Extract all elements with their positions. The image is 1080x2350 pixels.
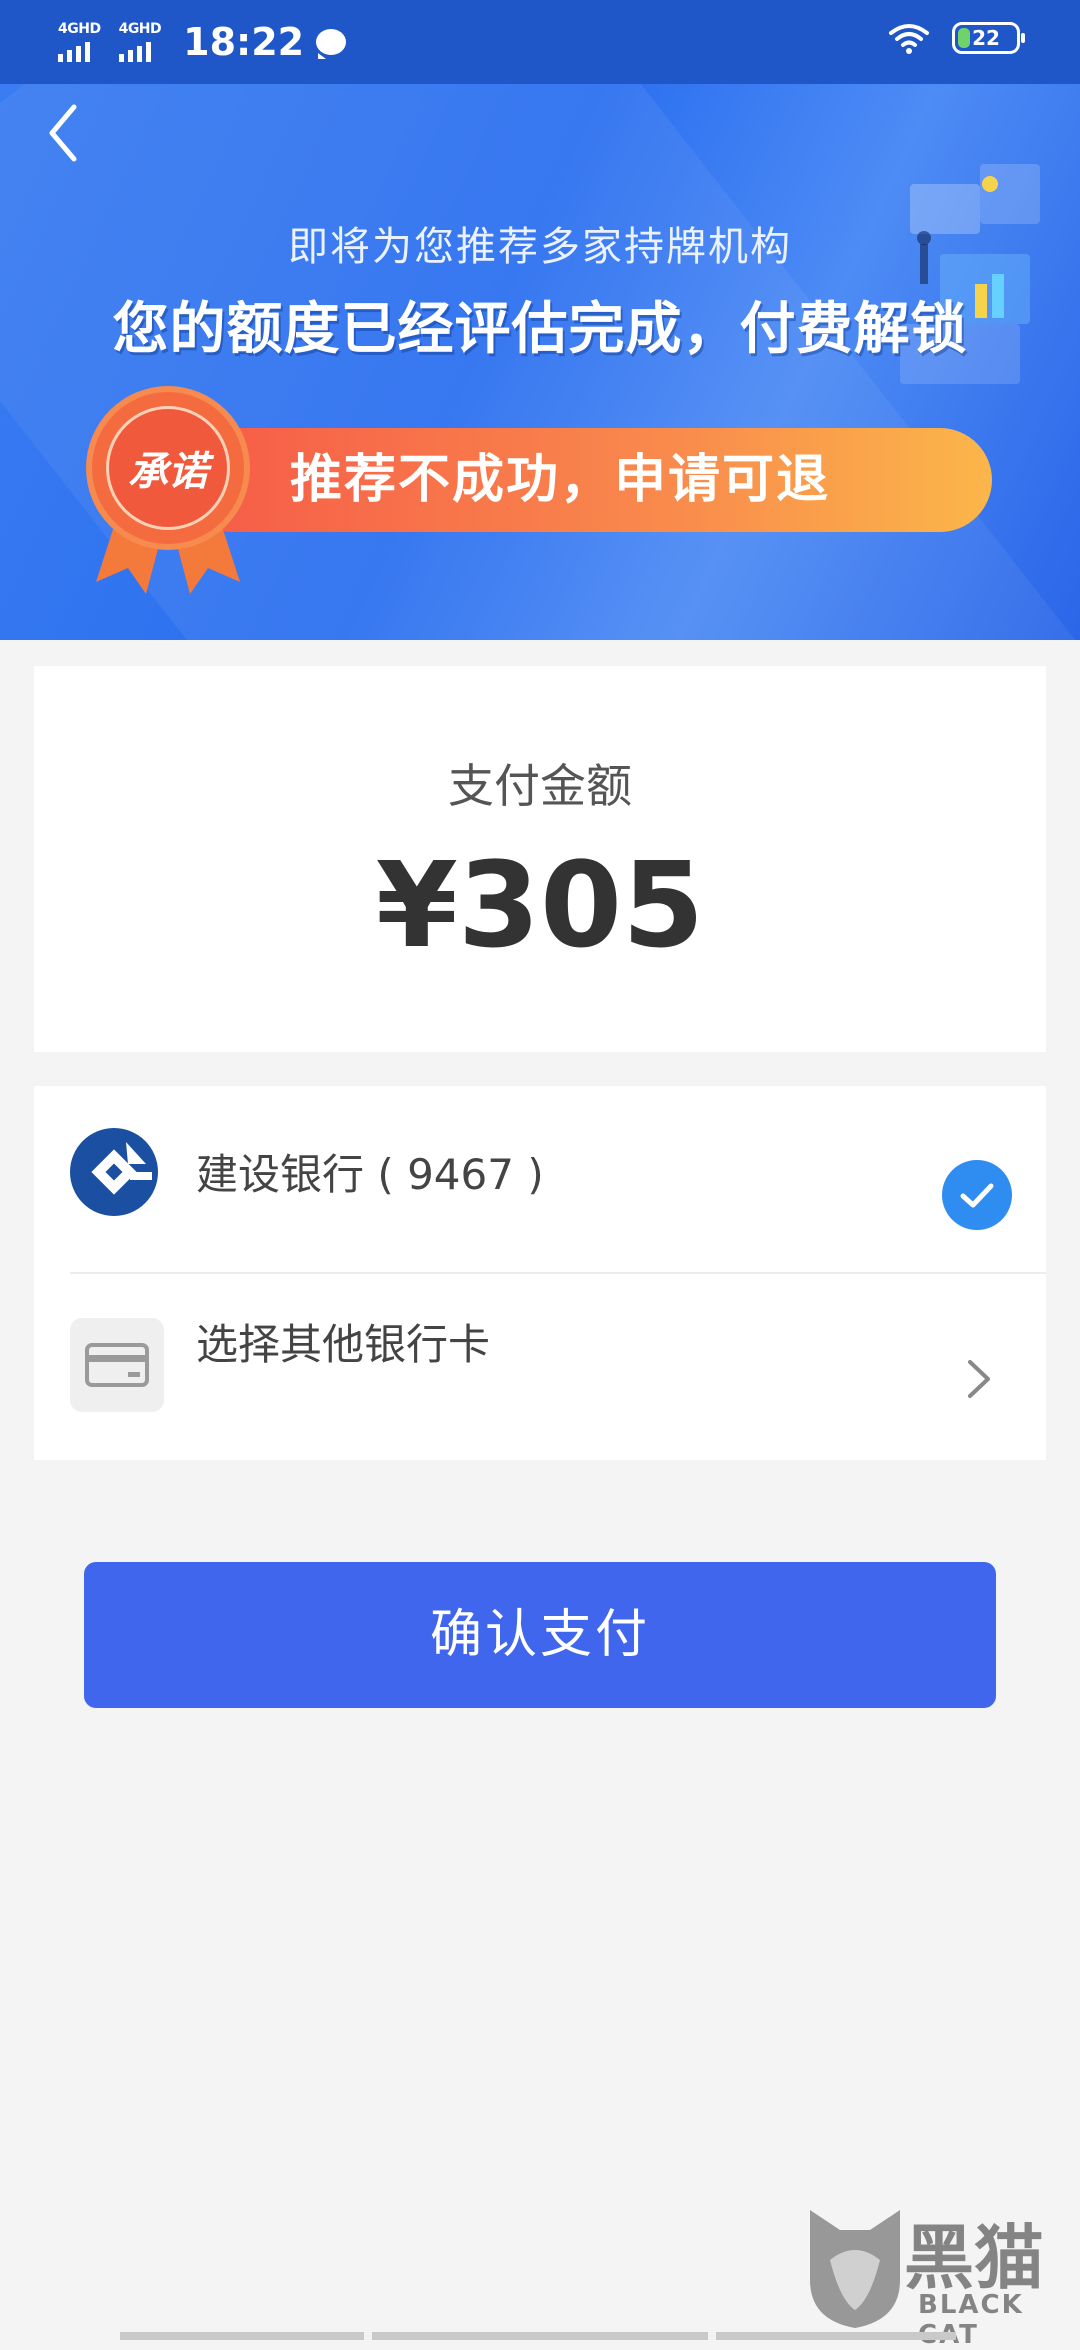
status-time: 18:22 (183, 20, 305, 64)
status-right: 22 (888, 22, 1025, 54)
banner-subtitle: 即将为您推荐多家持牌机构 (288, 224, 792, 270)
signal-bars-icon (118, 40, 162, 62)
watermark-text: 黑猫 (904, 2217, 1044, 2299)
watermark-sub: BLACK CAT (918, 2290, 1024, 2350)
chevron-right-icon (968, 1360, 990, 1398)
amount-value: ¥305 (375, 836, 705, 974)
signal-bars-icon (58, 40, 101, 62)
promise-text: 推荐不成功，申请可退 (290, 450, 831, 510)
banner-title: 您的额度已经评估完成，付费解锁 (112, 297, 968, 362)
status-bar: 4GHD 4GHD 18:22 22 (0, 0, 1080, 84)
signal-label-1: 4GHD (58, 21, 101, 37)
confirm-pay-button[interactable]: 确认支付 (84, 1562, 996, 1708)
promise-badge: 承诺 (92, 392, 244, 544)
nav-hint-bar (372, 2332, 708, 2340)
black-cat-logo-icon (810, 2210, 900, 2328)
back-button[interactable] (38, 98, 88, 168)
payment-method-ccb[interactable]: 建设银行 ( 9467 ) (34, 1086, 1046, 1272)
method-label: 选择其他银行卡 (196, 1320, 491, 1369)
battery-icon: 22 (952, 22, 1025, 54)
badge-text: 承诺 (106, 406, 230, 530)
payment-methods-card: 建设银行 ( 9467 ) 选择其他银行卡 (34, 1086, 1046, 1460)
checkmark-icon[interactable] (942, 1160, 1012, 1230)
signal-label-2: 4GHD (118, 21, 162, 37)
battery-fill (958, 28, 970, 48)
chat-bubble-icon (316, 29, 347, 59)
signal-indicator-1: 4GHD (58, 22, 101, 62)
watermark: 黑猫 BLACK CAT (800, 2180, 1080, 2350)
promo-banner: 即将为您推荐多家持牌机构 您的额度已经评估完成，付费解锁 推荐不成功，申请可退 … (0, 84, 1080, 640)
status-left: 4GHD 4GHD 18:22 (58, 18, 347, 66)
credit-card-icon (70, 1318, 164, 1412)
payment-method-other[interactable]: 选择其他银行卡 (34, 1274, 1046, 1460)
amount-label: 支付金额 (448, 759, 632, 813)
signal-indicator-2: 4GHD (118, 21, 162, 62)
amount-card: 支付金额 ¥305 (34, 666, 1046, 1052)
battery-level: 22 (972, 26, 1000, 50)
nav-hint-bar (120, 2332, 364, 2340)
back-arrow-icon (49, 104, 77, 162)
wifi-icon (889, 24, 929, 54)
nav-hint-bar (716, 2332, 956, 2340)
promise-pill: 推荐不成功，申请可退 (180, 428, 992, 532)
method-label: 建设银行 ( 9467 ) (196, 1150, 544, 1199)
ccb-bank-icon (70, 1128, 158, 1216)
